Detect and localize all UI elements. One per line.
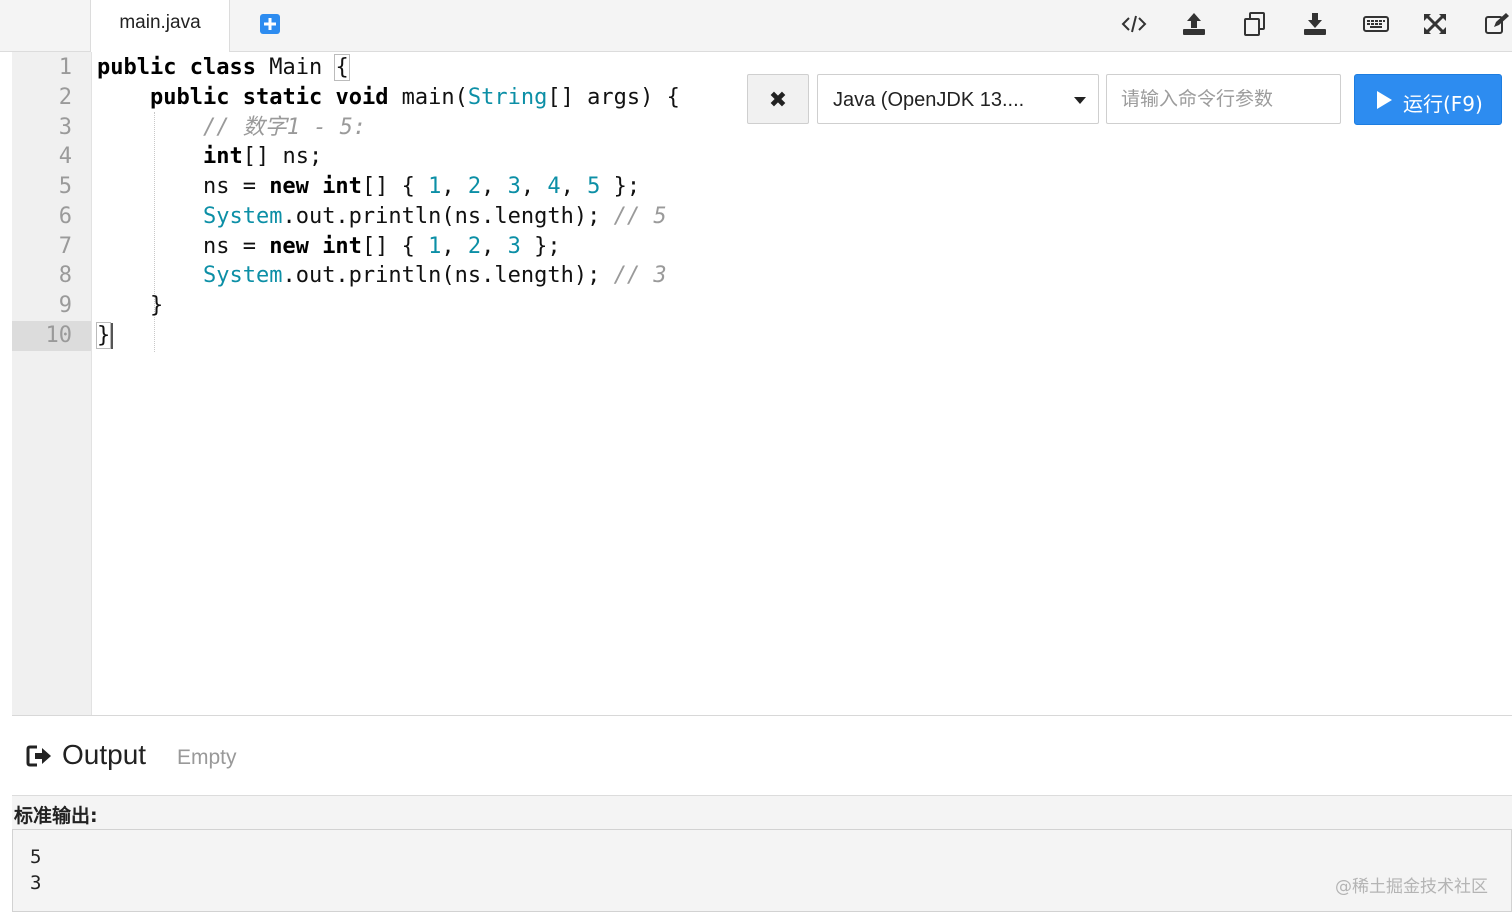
line-number: 5 <box>58 174 72 199</box>
close-icon: ✖ <box>768 87 788 112</box>
fullscreen-icon[interactable] <box>1420 10 1450 38</box>
stdout-label: 标准输出: <box>14 805 98 827</box>
code-line: // 数字1 - 5: <box>202 115 367 140</box>
copy-icon[interactable] <box>1240 10 1270 38</box>
line-number: 8 <box>58 263 72 288</box>
line-number: 7 <box>58 234 72 259</box>
watermark: @稀土掘金技术社区 <box>1335 877 1488 897</box>
code-line: public class Main { <box>97 54 350 81</box>
line-number: 9 <box>58 293 72 318</box>
edit-icon[interactable] <box>1482 10 1512 38</box>
code-line: } <box>97 293 164 318</box>
add-tab-icon[interactable] <box>259 13 281 35</box>
tab-label: main.java <box>119 12 201 33</box>
download-icon[interactable] <box>1300 10 1330 38</box>
upload-icon[interactable] <box>1179 10 1209 38</box>
active-line-number: 10 <box>12 321 91 351</box>
play-icon <box>1377 91 1392 109</box>
stdout-line: 3 <box>30 872 42 894</box>
code-line: ns = new int[] { 1, 2, 3, 4, 5 }; <box>97 174 641 199</box>
language-value: Java (OpenJDK 13.... <box>833 89 1025 111</box>
stdout-label-bar: 标准输出: <box>12 795 1512 830</box>
code-line: int[] ns; <box>202 144 323 169</box>
line-number: 3 <box>58 115 72 140</box>
code-line: ns = new int[] { 1, 2, 3 }; <box>97 234 561 259</box>
run-button[interactable]: 运行(F9) <box>1354 74 1502 125</box>
tab-main-java[interactable]: main.java <box>90 0 230 52</box>
output-title: Output <box>62 739 147 770</box>
stdout-line: 5 <box>30 846 42 868</box>
code-line: System.out.println(ns.length); // 5 <box>202 204 667 229</box>
chevron-down-icon <box>1074 97 1086 104</box>
code-editor[interactable]: 1 2 3 4 5 6 7 8 9 10 public class Main {… <box>12 52 1512 716</box>
stdout-box: 5 3 <box>12 829 1512 912</box>
code-line: } <box>95 321 114 351</box>
run-button-label: 运行(F9) <box>1403 92 1483 116</box>
keyboard-icon[interactable] <box>1361 10 1391 38</box>
line-number: 4 <box>58 144 72 169</box>
sign-out-icon <box>26 745 51 767</box>
command-line-args-input[interactable] <box>1106 74 1341 124</box>
code-icon[interactable] <box>1119 10 1149 38</box>
line-number: 1 <box>58 55 72 80</box>
output-status: Empty <box>177 746 237 769</box>
line-number-gutter: 1 2 3 4 5 6 7 8 9 10 <box>12 52 92 715</box>
tab-bar: main.java <box>0 0 1512 52</box>
language-select[interactable]: Java (OpenJDK 13.... <box>817 74 1099 124</box>
close-button[interactable]: ✖ <box>747 74 809 124</box>
line-number: 6 <box>58 204 72 229</box>
line-number: 2 <box>58 85 72 110</box>
code-line: System.out.println(ns.length); // 3 <box>202 263 667 288</box>
code-line: public static void main(String[] args) { <box>149 85 680 110</box>
